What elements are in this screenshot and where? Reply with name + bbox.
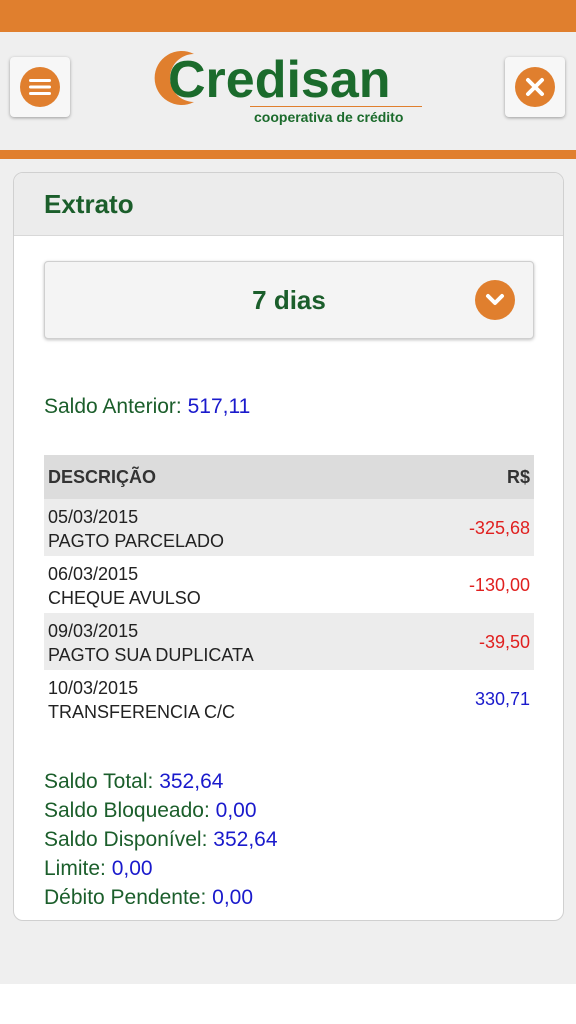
- menu-button[interactable]: [10, 57, 70, 117]
- hamburger-menu-icon: [20, 67, 60, 107]
- bottom-area: [0, 984, 576, 1024]
- pending-debit: Débito Pendente: 0,00: [44, 883, 278, 912]
- column-header-currency: R$: [506, 466, 530, 487]
- table-row: 10/03/2015 TRANSFERENCIA C/C 330,71: [44, 670, 534, 727]
- close-x-icon: [515, 67, 555, 107]
- previous-balance-label: Saldo Anterior:: [44, 395, 182, 418]
- balance-summary: Saldo Total: 352,64 Saldo Bloqueado: 0,0…: [44, 767, 278, 912]
- available-balance: Saldo Disponível: 352,64: [44, 825, 278, 854]
- table-row: 05/03/2015 PAGTO PARCELADO -325,68: [44, 499, 534, 556]
- table-row: 06/03/2015 CHEQUE AVULSO -130,00: [44, 556, 534, 613]
- logo-divider: [250, 106, 422, 107]
- brand-name: Credisan: [168, 51, 391, 109]
- row-description: PAGTO PARCELADO: [48, 531, 225, 551]
- summary-label: Limite:: [44, 857, 106, 880]
- summary-value: 352,64: [213, 828, 278, 851]
- app-screen: Credisan cooperativa de crédito Extrato …: [0, 0, 576, 1024]
- summary-value: 0,00: [111, 857, 153, 880]
- summary-label: Saldo Disponível:: [44, 828, 208, 851]
- previous-balance-value: 517,11: [187, 395, 251, 418]
- table-row: 09/03/2015 PAGTO SUA DUPLICATA -39,50: [44, 613, 534, 670]
- previous-balance: Saldo Anterior: 517,11: [44, 393, 250, 421]
- period-dropdown[interactable]: 7 dias: [44, 261, 534, 339]
- close-button[interactable]: [505, 57, 565, 117]
- row-description: CHEQUE AVULSO: [48, 588, 201, 608]
- row-amount: 330,71: [474, 689, 530, 709]
- total-balance: Saldo Total: 352,64: [44, 767, 278, 796]
- blocked-balance: Saldo Bloqueado: 0,00: [44, 796, 278, 825]
- row-amount: -130,00: [468, 575, 530, 595]
- header-accent-line: [0, 150, 576, 159]
- summary-label: Saldo Bloqueado:: [44, 799, 210, 822]
- row-date: 05/03/2015: [48, 507, 139, 527]
- summary-label: Saldo Total:: [44, 770, 154, 793]
- summary-value: 0,00: [215, 799, 257, 822]
- row-date: 10/03/2015: [48, 678, 139, 698]
- row-amount: -325,68: [468, 518, 530, 538]
- summary-value: 0,00: [212, 886, 254, 909]
- period-selected-value: 7 dias: [252, 284, 326, 315]
- row-date: 09/03/2015: [48, 621, 139, 641]
- row-date: 06/03/2015: [48, 564, 139, 584]
- summary-label: Débito Pendente:: [44, 886, 207, 909]
- table-header: DESCRIÇÃO R$: [44, 455, 534, 499]
- statement-card: Extrato 7 dias Saldo Anterior: 517,11 DE…: [13, 172, 564, 921]
- brand-tagline: cooperativa de crédito: [254, 109, 404, 125]
- card-title: Extrato: [14, 173, 563, 236]
- column-header-description: DESCRIÇÃO: [48, 466, 157, 487]
- row-description: PAGTO SUA DUPLICATA: [48, 645, 254, 665]
- brand-logo: Credisan cooperativa de crédito: [150, 46, 430, 131]
- summary-value: 352,64: [159, 770, 224, 793]
- credit-limit: Limite: 0,00: [44, 854, 278, 883]
- row-description: TRANSFERENCIA C/C: [48, 702, 236, 722]
- chevron-down-icon: [475, 280, 515, 320]
- row-amount: -39,50: [478, 632, 530, 652]
- top-accent-bar: [0, 0, 576, 32]
- transactions-table: DESCRIÇÃO R$ 05/03/2015 PAGTO PARCELADO …: [44, 455, 534, 727]
